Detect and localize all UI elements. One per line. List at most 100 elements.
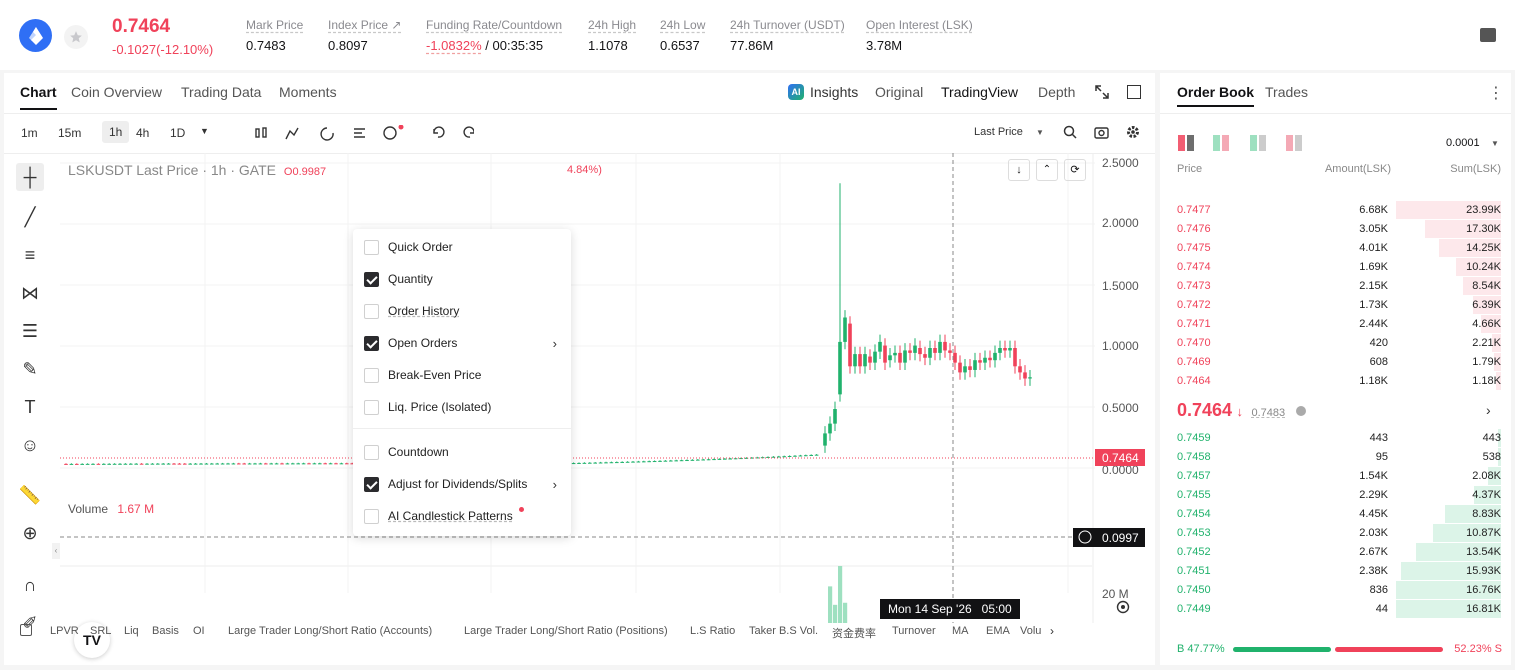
ask-row[interactable]: 0.7470 420 2.21K	[1160, 333, 1511, 352]
bid-row[interactable]: 0.7450 836 16.76K	[1160, 580, 1511, 599]
bid-row[interactable]: 0.7451 2.38K 15.93K	[1160, 561, 1511, 580]
checkbox[interactable]	[364, 336, 379, 351]
gear-icon[interactable]	[1126, 125, 1140, 139]
ruler-icon[interactable]: 📏	[16, 481, 44, 509]
indicator-item[interactable]: Volu	[1020, 625, 1041, 637]
indicator-item[interactable]: Taker B.S Vol.	[749, 625, 818, 637]
checkbox[interactable]	[364, 477, 379, 492]
stat-label[interactable]: 24h Turnover (USDT)	[730, 18, 845, 32]
arrow-down-icon[interactable]: ↓	[1008, 159, 1030, 181]
ask-row[interactable]: 0.7474 1.69K 10.24K	[1160, 257, 1511, 276]
ask-row[interactable]: 0.7464 1.18K 1.18K	[1160, 371, 1511, 390]
bid-row[interactable]: 0.7449 44 16.81K	[1160, 599, 1511, 618]
checkbox[interactable]	[364, 509, 379, 524]
text-icon[interactable]: T	[16, 393, 44, 421]
collapse-toolbar-icon[interactable]: ‹	[52, 543, 60, 559]
indicator-item[interactable]: Basis	[152, 625, 179, 637]
precision-select[interactable]: 0.0001	[1446, 137, 1480, 149]
fib-icon[interactable]: ☰	[16, 317, 44, 345]
checkbox[interactable]	[364, 368, 379, 383]
layout-toggle-icon[interactable]	[1127, 85, 1141, 99]
fullscreen-icon[interactable]	[1095, 85, 1109, 99]
stat-label[interactable]: Mark Price	[246, 18, 303, 32]
menu-item-order-history[interactable]: Order History	[353, 295, 571, 327]
depth-tab[interactable]: Depth	[1038, 84, 1075, 100]
indicator-item[interactable]: MA	[952, 625, 969, 637]
indicator-item[interactable]: LPVR	[50, 625, 79, 637]
view-both-icon[interactable]	[1178, 135, 1194, 151]
indicator-item[interactable]: Large Trader Long/Short Ratio (Accounts)	[228, 625, 432, 637]
brush-icon[interactable]: ✎	[16, 355, 44, 383]
stat-label[interactable]: Funding Rate/Countdown	[426, 18, 562, 32]
checkbox[interactable]	[364, 304, 379, 319]
menu-item-quantity[interactable]: Quantity	[353, 263, 571, 295]
indicator-item[interactable]: Large Trader Long/Short Ratio (Positions…	[464, 625, 668, 637]
indicator-item[interactable]: OI	[193, 625, 205, 637]
tab-trades[interactable]: Trades	[1265, 84, 1308, 100]
more-options-icon[interactable]: ⋮	[1488, 83, 1504, 103]
interval-1D[interactable]: 1D	[170, 126, 185, 140]
magnet-icon[interactable]: ∩	[16, 571, 44, 599]
tab-coin-overview[interactable]: Coin Overview	[71, 84, 162, 100]
view-asks-icon[interactable]	[1286, 135, 1302, 151]
price-chart[interactable]: 2.50002.00001.50001.00000.50000.000020 M…	[60, 153, 1155, 623]
menu-item-countdown[interactable]: Countdown	[353, 436, 571, 468]
emoji-icon[interactable]: ☺	[16, 431, 44, 459]
bid-row[interactable]: 0.7455 2.29K 4.37K	[1160, 485, 1511, 504]
ask-row[interactable]: 0.7471 2.44K 4.66K	[1160, 314, 1511, 333]
interval-dropdown-icon[interactable]: ▼	[200, 126, 209, 136]
view-bids-icon[interactable]	[1250, 135, 1266, 151]
tradingview-tab[interactable]: TradingView	[941, 84, 1018, 100]
horizontal-lines-icon[interactable]: ≡	[16, 241, 44, 269]
tab-order-book[interactable]: Order Book	[1177, 84, 1254, 107]
indicator-item[interactable]: L.S Ratio	[690, 625, 735, 637]
view-split-icon[interactable]	[1213, 135, 1229, 151]
bid-row[interactable]: 0.7457 1.54K 2.08K	[1160, 466, 1511, 485]
stat-label[interactable]: 24h High	[588, 18, 636, 32]
indicator-item[interactable]: Liq	[124, 625, 139, 637]
tab-trading-data[interactable]: Trading Data	[181, 84, 261, 100]
timezone-icon[interactable]	[1115, 599, 1131, 615]
ask-row[interactable]: 0.7473 2.15K 8.54K	[1160, 276, 1511, 295]
favorite-star-icon[interactable]	[64, 25, 88, 49]
interval-1h[interactable]: 1h	[102, 121, 129, 143]
menu-item-liq-price-isolated-[interactable]: Liq. Price (Isolated)	[353, 391, 571, 423]
pattern-icon[interactable]: ⋈	[16, 279, 44, 307]
bid-row[interactable]: 0.7459 443 443	[1160, 428, 1511, 447]
indicator-item[interactable]: 资金费率	[832, 625, 876, 641]
notes-icon[interactable]	[1480, 28, 1496, 42]
checkbox[interactable]	[364, 240, 379, 255]
bid-row[interactable]: 0.7454 4.45K 8.83K	[1160, 504, 1511, 523]
search-icon[interactable]	[1063, 125, 1077, 139]
checkbox[interactable]	[364, 445, 379, 460]
original-tab[interactable]: Original	[875, 84, 923, 100]
indicators-next-icon[interactable]: ›	[1050, 624, 1054, 638]
ask-row[interactable]: 0.7476 3.05K 17.30K	[1160, 219, 1511, 238]
menu-item-break-even-price[interactable]: Break-Even Price	[353, 359, 571, 391]
ask-row[interactable]: 0.7472 1.73K 6.39K	[1160, 295, 1511, 314]
interval-1m[interactable]: 1m	[21, 126, 38, 140]
zoom-in-icon[interactable]: ⊕	[16, 519, 44, 547]
menu-item-open-orders[interactable]: Open Orders ›	[353, 327, 571, 359]
indicator-item[interactable]: EMA	[986, 625, 1010, 637]
trend-line-icon[interactable]: ╱	[16, 203, 44, 231]
last-price-select[interactable]: Last Price	[974, 126, 1023, 138]
indicator-item[interactable]: SRL	[90, 625, 111, 637]
interval-15m[interactable]: 15m	[58, 126, 81, 140]
insights-tab[interactable]: Insights	[810, 84, 858, 100]
indicator-settings-icon[interactable]	[20, 624, 32, 636]
interval-4h[interactable]: 4h	[136, 126, 149, 140]
ask-row[interactable]: 0.7469 608 1.79K	[1160, 352, 1511, 371]
checkbox[interactable]	[364, 400, 379, 415]
camera-icon[interactable]	[1094, 125, 1109, 139]
chevron-right-icon[interactable]: ›	[1486, 402, 1491, 418]
stat-label[interactable]: 24h Low	[660, 18, 705, 32]
menu-item-ai-candlestick-patterns[interactable]: AI Candlestick Patterns	[353, 500, 571, 532]
bid-row[interactable]: 0.7453 2.03K 10.87K	[1160, 523, 1511, 542]
ask-row[interactable]: 0.7475 4.01K 14.25K	[1160, 238, 1511, 257]
stat-label[interactable]: Index Price ↗	[328, 18, 401, 32]
ask-row[interactable]: 0.7477 6.68K 23.99K	[1160, 200, 1511, 219]
tab-moments[interactable]: Moments	[279, 84, 337, 100]
refresh-icon[interactable]: ⟳	[1064, 159, 1086, 181]
indicator-item[interactable]: Turnover	[892, 625, 936, 637]
